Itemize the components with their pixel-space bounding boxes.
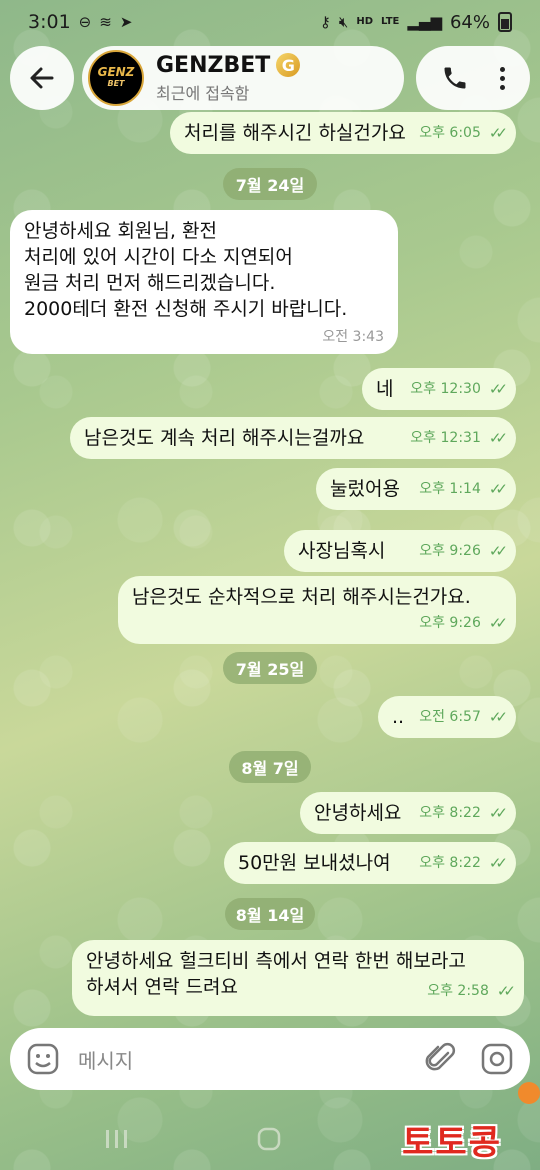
outgoing-message[interactable]: 사장님혹시 오후 9:26 ✓✓ bbox=[284, 530, 516, 572]
read-checkmarks-icon: ✓✓ bbox=[496, 982, 516, 1000]
read-checkmarks-icon: ✓✓ bbox=[488, 708, 508, 726]
read-checkmarks-icon: ✓✓ bbox=[488, 124, 508, 142]
message-time: 오후 9:26 bbox=[419, 543, 481, 559]
message-text: 네 bbox=[376, 378, 394, 400]
message-time: 오전 3:43 bbox=[322, 329, 384, 345]
message-input-bar: 메시지 bbox=[10, 1028, 530, 1090]
sticker-icon[interactable] bbox=[26, 1042, 60, 1076]
read-checkmarks-icon: ✓✓ bbox=[488, 380, 508, 398]
status-time: 3:01 bbox=[28, 11, 71, 33]
read-checkmarks-icon: ✓✓ bbox=[488, 542, 508, 560]
outgoing-message[interactable]: 안녕하세요 오후 8:22 ✓✓ bbox=[300, 792, 516, 834]
message-meta: 오후 6:05 ✓✓ bbox=[419, 120, 508, 146]
message-text: 안녕하세요 회원님, 환전 처리에 있어 시간이 다소 지연되어 원금 처리 먼… bbox=[24, 220, 348, 320]
message-meta: 오전 6:57 ✓✓ bbox=[419, 704, 508, 730]
outgoing-message[interactable]: 눌렀어용 오후 1:14 ✓✓ bbox=[316, 468, 516, 510]
header-actions bbox=[416, 46, 530, 110]
message-text: 안녕하세요 bbox=[314, 802, 402, 824]
more-options-icon[interactable] bbox=[499, 66, 505, 90]
mute-icon: 🔇︎ bbox=[338, 13, 349, 31]
message-text: 눌렀어용 bbox=[330, 478, 400, 500]
phone-call-icon[interactable] bbox=[441, 64, 469, 92]
signal-icon: ▂▄▆ bbox=[407, 13, 442, 31]
date-separator: 8월 7일 bbox=[229, 751, 311, 783]
message-meta: 오후 2:58 ✓✓ bbox=[427, 978, 516, 1004]
read-checkmarks-icon: ✓✓ bbox=[488, 804, 508, 822]
message-time: 오후 9:26 bbox=[419, 615, 481, 631]
outgoing-message[interactable]: 처리를 해주시긴 하실건가요 오후 6:05 ✓✓ bbox=[170, 112, 516, 154]
contact-info[interactable]: GENZ BET GENZBET G 최근에 접속함 bbox=[82, 46, 404, 110]
message-text: 남은것도 순차적으로 처리 해주시는건가요. bbox=[132, 586, 471, 608]
lte-label: LTE bbox=[381, 16, 400, 27]
read-checkmarks-icon: ✓✓ bbox=[488, 854, 508, 872]
chat-header: GENZ BET GENZBET G 최근에 접속함 bbox=[10, 46, 530, 112]
battery-icon bbox=[498, 12, 512, 32]
hd-voice-label: HD bbox=[356, 16, 373, 27]
message-meta: 오후 9:26 ✓✓ bbox=[419, 538, 508, 564]
read-checkmarks-icon: ✓✓ bbox=[488, 429, 508, 447]
message-text: 남은것도 계속 처리 해주시는걸까요 bbox=[84, 427, 365, 449]
attach-icon[interactable] bbox=[424, 1042, 458, 1076]
message-time: 오후 6:05 bbox=[419, 125, 481, 141]
camera-icon[interactable] bbox=[480, 1042, 514, 1076]
outgoing-message[interactable]: 안녕하세요 헐크티비 측에서 연락 한번 해보라고 하셔서 연락 드려요 오후 2… bbox=[72, 940, 524, 1016]
message-text: 사장님혹시 bbox=[298, 540, 386, 562]
message-meta: 오후 12:31 ✓✓ bbox=[410, 425, 508, 451]
contact-name: GENZBET bbox=[156, 52, 271, 78]
last-seen-status: 최근에 접속함 bbox=[156, 83, 250, 103]
do-not-disturb-icon: ⊖ bbox=[78, 13, 92, 31]
message-time: 오후 12:30 bbox=[410, 381, 481, 397]
outgoing-message[interactable]: 남은것도 계속 처리 해주시는걸까요 오후 12:31 ✓✓ bbox=[70, 417, 516, 459]
telegram-icon: ➤ bbox=[119, 13, 133, 31]
outgoing-message[interactable]: 네 오후 12:30 ✓✓ bbox=[362, 368, 516, 410]
date-separator: 7월 24일 bbox=[223, 168, 317, 200]
date-separator: 8월 14일 bbox=[225, 898, 315, 930]
back-button[interactable] bbox=[10, 46, 74, 110]
avatar-logo-text: GENZ bbox=[97, 65, 135, 79]
wifi-calling-icon: ≋ bbox=[99, 13, 112, 31]
outgoing-message[interactable]: .. 오전 6:57 ✓✓ bbox=[378, 696, 516, 738]
message-time: 오후 8:22 bbox=[419, 855, 481, 871]
message-text: 50만원 보내셨나여 bbox=[238, 852, 391, 874]
message-meta: 오후 12:30 ✓✓ bbox=[410, 376, 508, 402]
outgoing-message[interactable]: 남은것도 순차적으로 처리 해주시는건가요. 오후 9:26 ✓✓ bbox=[118, 576, 516, 644]
message-time: 오전 6:57 bbox=[419, 709, 481, 725]
date-separator: 7월 25일 bbox=[223, 652, 317, 684]
message-meta: 오후 8:22 ✓✓ bbox=[419, 800, 508, 826]
message-time: 오후 12:31 bbox=[410, 430, 481, 446]
message-input[interactable]: 메시지 bbox=[78, 1045, 424, 1074]
message-meta: 오후 1:14 ✓✓ bbox=[419, 476, 508, 502]
battery-percent: 64% bbox=[449, 11, 490, 33]
notification-dot bbox=[518, 1082, 540, 1104]
message-text: .. bbox=[392, 706, 405, 728]
message-time: 오후 2:58 bbox=[427, 983, 489, 999]
message-time: 오후 8:22 bbox=[419, 805, 481, 821]
avatar-logo-subtext: BET bbox=[107, 79, 125, 88]
watermark: 토토콩 bbox=[402, 1123, 502, 1163]
outgoing-message[interactable]: 50만원 보내셨나여 오후 8:22 ✓✓ bbox=[224, 842, 516, 884]
read-checkmarks-icon: ✓✓ bbox=[488, 614, 508, 632]
key-icon: ⚷ bbox=[319, 13, 331, 31]
home-icon[interactable] bbox=[256, 1126, 282, 1152]
message-meta: 오후 8:22 ✓✓ bbox=[419, 850, 508, 876]
incoming-message[interactable]: 안녕하세요 회원님, 환전 처리에 있어 시간이 다소 지연되어 원금 처리 먼… bbox=[10, 210, 398, 354]
avatar: GENZ BET bbox=[88, 50, 144, 106]
back-arrow-icon bbox=[30, 67, 54, 89]
read-checkmarks-icon: ✓✓ bbox=[488, 480, 508, 498]
g-badge-icon: G bbox=[276, 53, 301, 77]
status-bar: 3:01 ⊖ ≋ ➤ ⚷ 🔇︎ HD LTE ▂▄▆ 64% bbox=[0, 0, 540, 44]
message-text: 처리를 해주시긴 하실건가요 bbox=[184, 122, 406, 144]
message-meta: 오전 3:43 bbox=[322, 324, 384, 350]
message-meta: 오후 9:26 ✓✓ bbox=[419, 610, 508, 636]
message-time: 오후 1:14 bbox=[419, 481, 481, 497]
recent-apps-icon[interactable] bbox=[104, 1128, 130, 1150]
